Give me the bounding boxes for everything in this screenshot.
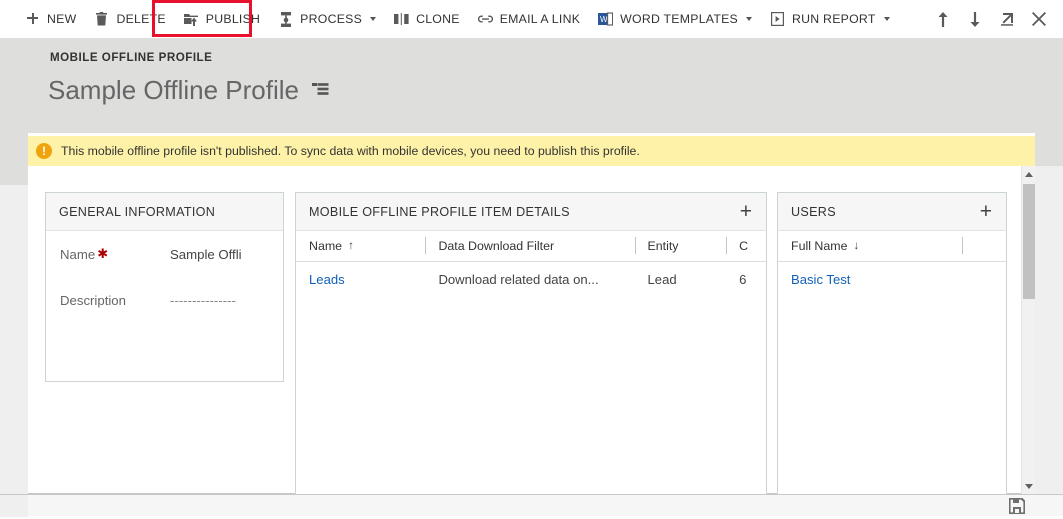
cell-data-download-filter: Download related data on... bbox=[438, 271, 599, 287]
email-a-link-button-label: EMAIL A LINK bbox=[499, 12, 581, 26]
scrollbar-thumb[interactable] bbox=[1023, 184, 1035, 299]
general-information-header: GENERAL INFORMATION bbox=[46, 193, 283, 231]
profile-item-details-title: MOBILE OFFLINE PROFILE ITEM DETAILS bbox=[309, 204, 570, 219]
report-icon bbox=[770, 12, 785, 27]
general-information-title: GENERAL INFORMATION bbox=[59, 204, 216, 219]
new-button[interactable]: NEW bbox=[16, 0, 85, 38]
column-header-name[interactable]: Name ↑ bbox=[296, 231, 425, 261]
clone-icon bbox=[394, 12, 409, 27]
delete-button-label: DELETE bbox=[116, 12, 166, 26]
sort-descending-icon: ↓ bbox=[853, 240, 860, 252]
vertical-scrollbar[interactable] bbox=[1021, 166, 1035, 494]
chevron-down-icon[interactable] bbox=[746, 17, 752, 21]
previous-record-up-icon[interactable] bbox=[927, 0, 959, 38]
profile-item-details-header: MOBILE OFFLINE PROFILE ITEM DETAILS + bbox=[296, 193, 766, 231]
name-field-row: Name ✱ Sample Offli bbox=[46, 247, 283, 273]
command-bar: NEW DELETE PUBLISH PROCESS CLONE EMAIL A… bbox=[0, 0, 1063, 39]
page-title: Sample Offline Profile bbox=[48, 75, 299, 105]
chevron-down-icon[interactable] bbox=[883, 17, 890, 21]
users-section: USERS + Full Name ↓ Basic Test bbox=[777, 192, 1007, 494]
column-header-c-truncated[interactable]: C bbox=[726, 231, 766, 261]
record-set-icon[interactable] bbox=[311, 82, 329, 101]
delete-button[interactable]: DELETE bbox=[85, 0, 174, 38]
cell-entity: Lead bbox=[647, 271, 677, 287]
run-report-button[interactable]: RUN REPORT bbox=[761, 0, 899, 38]
run-report-button-label: RUN REPORT bbox=[792, 12, 876, 26]
sort-ascending-icon: ↑ bbox=[348, 240, 354, 252]
column-header-full-name[interactable]: Full Name ↓ bbox=[778, 231, 962, 261]
column-header-data-download-filter[interactable]: Data Download Filter bbox=[425, 231, 634, 261]
crm-record-page: NEW DELETE PUBLISH PROCESS CLONE EMAIL A… bbox=[0, 0, 1063, 517]
title-row: Sample Offline Profile bbox=[48, 74, 329, 106]
close-icon[interactable] bbox=[1023, 0, 1055, 38]
form-area: GENERAL INFORMATION Name ✱ Sample Offli D… bbox=[28, 166, 1035, 494]
required-indicator-icon: ✱ bbox=[97, 246, 109, 261]
publish-button-label: PUBLISH bbox=[205, 12, 261, 26]
name-field-label: Name ✱ bbox=[60, 246, 109, 262]
profile-item-details-section: MOBILE OFFLINE PROFILE ITEM DETAILS + Na… bbox=[295, 192, 767, 494]
warning-icon: ! bbox=[36, 143, 52, 159]
process-button[interactable]: PROCESS bbox=[269, 0, 385, 38]
left-rail-bottom bbox=[0, 185, 28, 516]
publish-button[interactable]: PUBLISH bbox=[175, 0, 269, 38]
description-field-value[interactable]: --------------- bbox=[170, 293, 270, 308]
notification-bar: ! This mobile offline profile isn't publ… bbox=[28, 136, 1035, 166]
clone-button[interactable]: CLONE bbox=[385, 0, 469, 38]
command-bar-right-icons bbox=[927, 0, 1055, 38]
users-title: USERS bbox=[791, 204, 836, 219]
command-bar-items: NEW DELETE PUBLISH PROCESS CLONE EMAIL A… bbox=[0, 0, 899, 38]
description-field-label: Description bbox=[60, 293, 126, 308]
add-user-button[interactable]: + bbox=[978, 201, 994, 222]
svg-text:W: W bbox=[600, 15, 608, 24]
plus-icon bbox=[25, 12, 40, 27]
word-templates-button[interactable]: W WORD TEMPLATES bbox=[589, 0, 761, 38]
cell-full-name[interactable]: Basic Test bbox=[778, 262, 963, 296]
process-icon bbox=[278, 11, 293, 27]
email-a-link-button[interactable]: EMAIL A LINK bbox=[469, 0, 589, 38]
scroll-up-arrow[interactable] bbox=[1022, 166, 1036, 182]
scroll-down-arrow[interactable] bbox=[1022, 478, 1036, 494]
trash-icon bbox=[94, 12, 109, 27]
general-information-section: GENERAL INFORMATION Name ✱ Sample Offli D… bbox=[45, 192, 284, 382]
status-bar-left-spacer bbox=[0, 495, 28, 517]
name-field-value[interactable]: Sample Offli bbox=[170, 247, 270, 262]
column-header-entity[interactable]: Entity bbox=[634, 231, 727, 261]
save-icon[interactable] bbox=[1008, 497, 1026, 515]
profile-item-grid-header: Name ↑ Data Download Filter Entity C bbox=[296, 231, 766, 262]
notification-message: This mobile offline profile isn't publis… bbox=[61, 144, 640, 158]
users-grid-header: Full Name ↓ bbox=[778, 231, 1006, 262]
next-record-down-icon[interactable] bbox=[959, 0, 991, 38]
add-profile-item-button[interactable]: + bbox=[738, 201, 754, 222]
cell-name[interactable]: Leads bbox=[296, 262, 425, 296]
status-bar bbox=[0, 494, 1063, 517]
cell-c-truncated: 6 bbox=[739, 271, 747, 287]
description-field-row: Description --------------- bbox=[46, 293, 283, 319]
popout-icon[interactable] bbox=[991, 0, 1023, 38]
clone-button-label: CLONE bbox=[416, 12, 460, 26]
column-header-blank[interactable] bbox=[962, 231, 1006, 261]
link-icon bbox=[477, 12, 493, 27]
word-templates-button-label: WORD TEMPLATES bbox=[620, 12, 738, 26]
new-button-label: NEW bbox=[47, 12, 77, 26]
process-button-label: PROCESS bbox=[300, 12, 363, 26]
breadcrumb[interactable]: MOBILE OFFLINE PROFILE bbox=[50, 51, 212, 64]
list-item[interactable]: Basic Test bbox=[778, 262, 1006, 296]
publish-icon bbox=[183, 12, 199, 27]
record-header: MOBILE OFFLINE PROFILE Sample Offline Pr… bbox=[28, 38, 1063, 133]
chevron-down-icon[interactable] bbox=[370, 17, 377, 21]
left-rail-top bbox=[0, 38, 28, 185]
word-icon: W bbox=[598, 12, 614, 27]
table-row[interactable]: Leads Download related data on... Lead 6 bbox=[296, 262, 766, 296]
users-header: USERS + bbox=[778, 193, 1006, 231]
